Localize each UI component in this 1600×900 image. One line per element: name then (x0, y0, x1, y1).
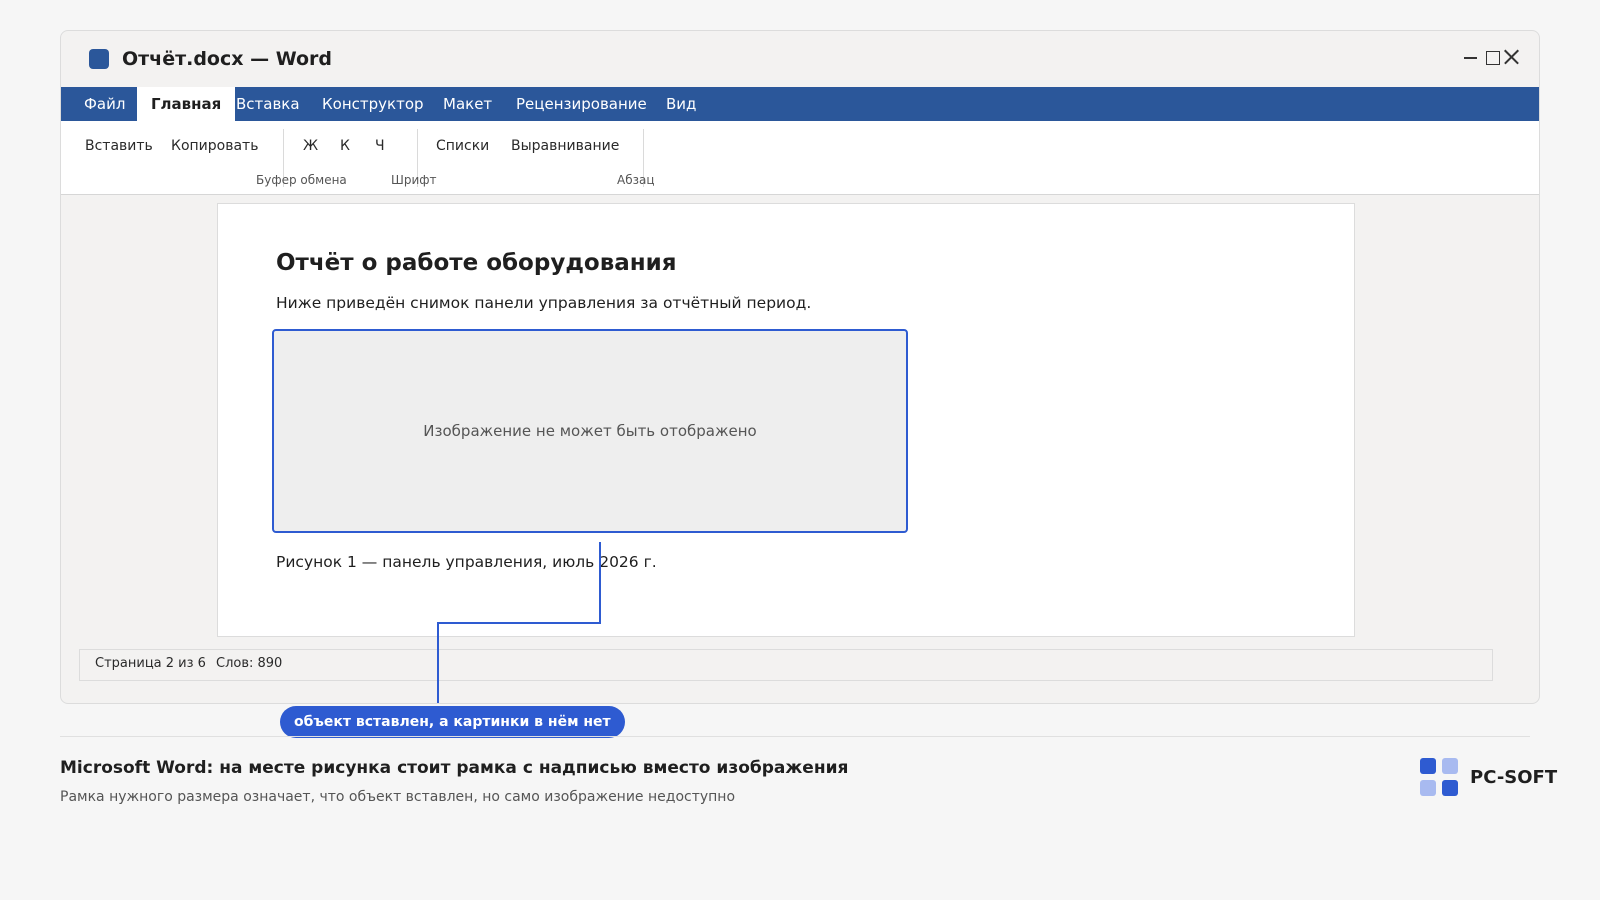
tab-file[interactable]: Файл (70, 87, 139, 121)
document-heading: Отчёт о работе оборудования (276, 250, 677, 276)
bold-button[interactable]: Ж (303, 138, 318, 154)
tab-design[interactable]: Конструктор (308, 87, 438, 121)
tab-layout[interactable]: Макет (429, 87, 506, 121)
logo-text: PC-SOFT (1470, 767, 1558, 788)
word-window: Отчёт.docx — Word Файл Главная Вставка К… (60, 30, 1540, 704)
italic-button[interactable]: К (340, 138, 350, 154)
window-title: Отчёт.docx — Word (122, 48, 333, 70)
pc-soft-logo-icon (1420, 758, 1460, 798)
word-count: Слов: 890 (216, 656, 283, 671)
tab-home[interactable]: Главная (137, 87, 236, 121)
image-placeholder-text: Изображение не может быть отображено (423, 422, 757, 440)
tab-review[interactable]: Рецензирование (502, 87, 661, 121)
status-bar: Страница 2 из 6 Слов: 890 (79, 649, 1493, 681)
group-label-clipboard: Буфер обмена (256, 173, 347, 187)
ribbon-panel: Вставить Копировать Ж К Ч Списки Выравни… (61, 121, 1539, 195)
lists-button[interactable]: Списки (436, 138, 489, 154)
paste-button[interactable]: Вставить (85, 138, 153, 154)
word-app-icon (89, 49, 109, 69)
callout-badge: объект вставлен, а картинки в нём нет (280, 706, 625, 738)
document-paragraph: Ниже приведён снимок панели управления з… (276, 294, 812, 312)
copy-button[interactable]: Копировать (171, 138, 258, 154)
title-bar: Отчёт.docx — Word (61, 31, 1539, 87)
footer-title: Microsoft Word: на месте рисунка стоит р… (60, 758, 849, 778)
tab-insert[interactable]: Вставка (222, 87, 314, 121)
footer-subtitle: Рамка нужного размера означает, что объе… (60, 789, 736, 805)
maximize-icon[interactable] (1485, 49, 1501, 65)
figure-caption: Рисунок 1 — панель управления, июль 2026… (276, 553, 657, 571)
group-label-font: Шрифт (391, 173, 437, 187)
tab-view[interactable]: Вид (652, 87, 710, 121)
footer-divider (60, 736, 1530, 737)
minimize-icon[interactable] (1463, 49, 1479, 65)
broken-image-frame[interactable]: Изображение не может быть отображено (272, 329, 908, 533)
close-icon[interactable] (1503, 49, 1519, 65)
group-label-paragraph: Абзац (617, 173, 655, 187)
page-count: Страница 2 из 6 (95, 656, 206, 671)
ribbon-tabs: Файл Главная Вставка Конструктор Макет Р… (61, 87, 1539, 121)
document-page[interactable]: Отчёт о работе оборудования Ниже приведё… (217, 203, 1355, 637)
underline-button[interactable]: Ч (375, 138, 385, 154)
align-button[interactable]: Выравнивание (511, 138, 619, 154)
